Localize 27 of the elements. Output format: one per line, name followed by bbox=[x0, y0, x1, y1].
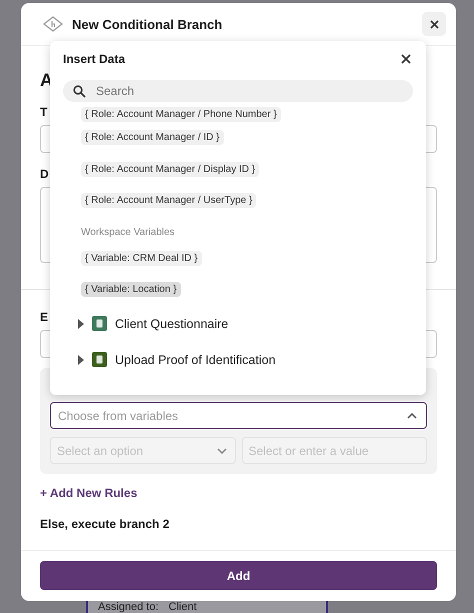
tree-item[interactable]: Upload Proof of Identification bbox=[77, 342, 413, 378]
variable-chip[interactable]: { Role: Account Manager / UserType } bbox=[81, 193, 256, 208]
close-icon[interactable] bbox=[401, 54, 411, 64]
add-new-rules-link[interactable]: + Add New Rules bbox=[40, 486, 138, 500]
add-button[interactable]: Add bbox=[40, 561, 437, 590]
execute-label: E bbox=[40, 310, 48, 324]
dialog-title: New Conditional Branch bbox=[72, 16, 224, 32]
popup-title: Insert Data bbox=[63, 52, 126, 66]
chevron-icon bbox=[216, 448, 226, 454]
section-label: Workspace Variables bbox=[81, 226, 176, 238]
else-text: Else, execute branch 2 bbox=[40, 517, 170, 531]
variable-chip[interactable]: { Variable: Location } bbox=[81, 282, 181, 298]
chevron-icon bbox=[407, 412, 417, 418]
variable-chip[interactable]: { Role: Account Manager / Display ID } bbox=[81, 162, 260, 177]
title-label: T bbox=[40, 105, 48, 119]
variable-chip[interactable]: { Role: Account Manager / ID } bbox=[81, 130, 224, 146]
description-label: D bbox=[40, 167, 49, 181]
search-field[interactable]: Search bbox=[63, 80, 413, 102]
assigned-value: Client bbox=[168, 601, 197, 613]
close-icon bbox=[430, 20, 438, 28]
variable-chip[interactable]: { Role: Account Manager / Phone Number } bbox=[81, 107, 281, 122]
tree-item[interactable]: Client Questionnaire bbox=[77, 306, 413, 342]
close-button[interactable] bbox=[422, 12, 446, 36]
assigned-label: Assigned to: bbox=[98, 601, 159, 613]
variable-chip[interactable]: { Variable: CRM Deal ID } bbox=[81, 250, 202, 266]
search-icon bbox=[73, 85, 86, 98]
diamond-logo-icon bbox=[43, 16, 63, 32]
